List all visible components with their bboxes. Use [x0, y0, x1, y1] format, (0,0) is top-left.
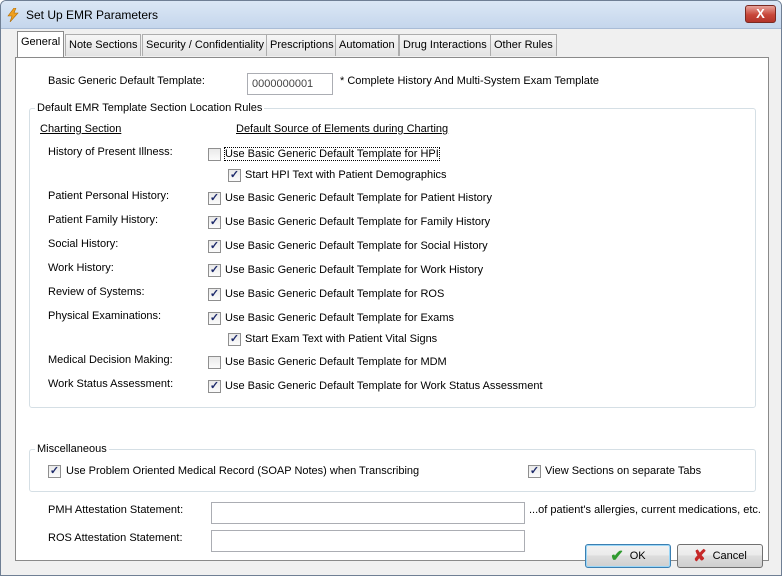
rule-checkbox[interactable]: ✓ — [208, 216, 221, 229]
general-tab-page: Basic Generic Default Template: 00000000… — [15, 57, 769, 561]
tab-other-rules[interactable]: Other Rules — [490, 34, 557, 56]
tab-label: Drug Interactions — [403, 39, 487, 51]
view-sections-tabs-label[interactable]: View Sections on separate Tabs — [545, 465, 701, 477]
pmh-attestation-input[interactable] — [211, 502, 525, 524]
rule-option-label[interactable]: Use Basic Generic Default Template for P… — [225, 192, 492, 204]
section-label: History of Present Illness: — [48, 146, 173, 158]
tab-label: Automation — [339, 39, 395, 51]
tab-prescriptions[interactable]: Prescriptions — [266, 34, 338, 56]
rule-option-label[interactable]: Use Basic Generic Default Template for F… — [225, 216, 490, 228]
rule-checkbox[interactable]: ✓ — [208, 240, 221, 253]
tab-drug-interactions[interactable]: Drug Interactions — [399, 34, 491, 56]
section-label: Work Status Assessment: — [48, 378, 174, 390]
rule-option-label[interactable]: Start Exam Text with Patient Vital Signs — [245, 333, 437, 345]
ok-label: OK — [629, 550, 646, 562]
ros-attestation-input[interactable] — [211, 530, 525, 552]
tab-general[interactable]: General — [17, 31, 65, 57]
title-bar[interactable]: Set Up EMR Parameters X — [1, 1, 781, 29]
section-label: Patient Family History: — [48, 214, 159, 226]
tab-security-confidentiality[interactable]: Security / Confidentiality — [142, 34, 268, 56]
section-label: Work History: — [48, 262, 114, 274]
ok-button[interactable]: ✔ OK — [585, 544, 671, 568]
rule-checkbox[interactable]: ✓ — [208, 312, 221, 325]
rule-checkbox[interactable]: ✓ — [208, 288, 221, 301]
section-label: Patient Personal History: — [48, 190, 170, 202]
rule-checkbox[interactable] — [208, 148, 221, 161]
rule-checkbox[interactable]: ✓ — [208, 380, 221, 393]
tab-label: Note Sections — [69, 39, 138, 51]
template-label: Basic Generic Default Template: — [48, 75, 205, 87]
pmh-attestation-suffix: ...of patient's allergies, current medic… — [529, 504, 761, 516]
template-input[interactable]: 0000000001 — [247, 73, 333, 95]
soap-notes-checkbox[interactable]: ✓ — [48, 465, 61, 478]
tab-note-sections[interactable]: Note Sections — [65, 34, 142, 56]
section-label: Social History: — [48, 238, 119, 250]
pmh-attestation-label: PMH Attestation Statement: — [48, 504, 184, 516]
rule-option-label[interactable]: Use Basic Generic Default Template for W… — [225, 380, 543, 392]
rule-option-label[interactable]: Use Basic Generic Default Template for R… — [225, 288, 444, 300]
view-sections-tabs-checkbox[interactable]: ✓ — [528, 465, 541, 478]
dialog-window: Set Up EMR Parameters X General Note Sec… — [0, 0, 782, 576]
rule-option-label[interactable]: Use Basic Generic Default Template for S… — [225, 240, 488, 252]
tab-label: Other Rules — [494, 39, 553, 51]
rule-option-label[interactable]: Start HPI Text with Patient Demographics — [245, 169, 447, 181]
misc-group-title: Miscellaneous — [35, 443, 109, 455]
dialog-client: General Note Sections Security / Confide… — [8, 30, 776, 570]
cancel-x-icon: ✘ — [693, 548, 707, 565]
rule-option-label[interactable]: Use Basic Generic Default Template for H… — [224, 147, 440, 161]
rule-checkbox[interactable]: ✓ — [208, 264, 221, 277]
rule-option-label[interactable]: Use Basic Generic Default Template for E… — [225, 312, 454, 324]
soap-notes-label[interactable]: Use Problem Oriented Medical Record (SOA… — [66, 465, 419, 477]
section-label: Physical Examinations: — [48, 310, 162, 322]
rule-checkbox[interactable]: ✓ — [208, 192, 221, 205]
tab-label: Prescriptions — [270, 39, 334, 51]
rule-option-label[interactable]: Use Basic Generic Default Template for M… — [225, 356, 447, 368]
section-label: Review of Systems: — [48, 286, 145, 298]
close-button[interactable]: X — [745, 5, 776, 23]
rules-group-title: Default EMR Template Section Location Ru… — [35, 102, 265, 114]
section-label: Medical Decision Making: — [48, 354, 173, 366]
rule-checkbox[interactable]: ✓ — [228, 333, 241, 346]
lightning-icon — [7, 8, 19, 22]
tab-label: General — [21, 36, 61, 48]
ros-attestation-label: ROS Attestation Statement: — [48, 532, 183, 544]
column-header-source: Default Source of Elements during Charti… — [236, 123, 449, 135]
cancel-label: Cancel — [712, 550, 747, 562]
checkmark-icon: ✔ — [610, 548, 624, 565]
cancel-button[interactable]: ✘ Cancel — [677, 544, 763, 568]
tab-automation[interactable]: Automation — [335, 34, 399, 56]
window-title: Set Up EMR Parameters — [26, 8, 159, 22]
rule-option-label[interactable]: Use Basic Generic Default Template for W… — [225, 264, 483, 276]
rule-checkbox[interactable] — [208, 356, 221, 369]
template-description: * Complete History And Multi-System Exam… — [340, 75, 599, 87]
column-header-section: Charting Section — [40, 123, 122, 135]
tab-label: Security / Confidentiality — [146, 39, 264, 51]
rule-checkbox[interactable]: ✓ — [228, 169, 241, 182]
